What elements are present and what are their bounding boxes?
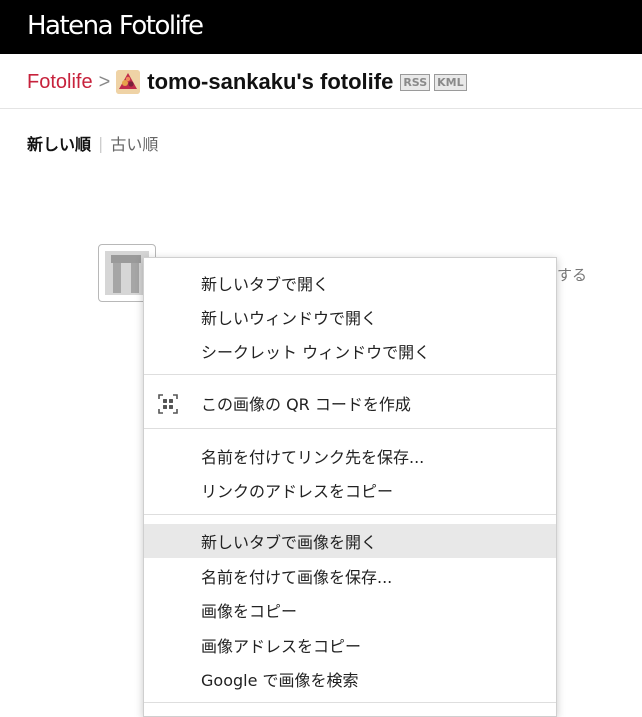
user-avatar-icon[interactable] <box>116 70 141 94</box>
menu-create-qr-code[interactable]: この画像の QR コードを作成 <box>144 386 556 420</box>
sort-options: 新しい順 | 古い順 <box>27 131 158 155</box>
menu-item-label: 名前を付けて画像を保存... <box>201 568 393 587</box>
context-menu: 新しいタブで開く 新しいウィンドウで開く シークレット ウィンドウで開く この画… <box>143 257 557 717</box>
menu-item-label: 新しいウィンドウで開く <box>201 309 378 328</box>
hatena-fotolife-logo[interactable]: Hatena Fotolife <box>27 9 204 43</box>
menu-search-image-google[interactable]: Google で画像を検索 <box>144 662 556 696</box>
sort-oldest[interactable]: 古い順 <box>110 131 158 155</box>
menu-separator <box>144 702 556 703</box>
header-divider <box>0 108 642 109</box>
menu-item-label: 名前を付けてリンク先を保存... <box>201 448 425 467</box>
menu-item-label: 新しいタブで開く <box>201 275 330 294</box>
breadcrumb: Fotolife > tomo-sankaku's fotolife RSS K… <box>27 64 471 100</box>
menu-open-incognito[interactable]: シークレット ウィンドウで開く <box>144 334 556 368</box>
menu-item-label: 画像をコピー <box>201 602 298 621</box>
menu-separator <box>144 514 556 515</box>
obscured-text: する <box>557 266 588 284</box>
menu-item-label: リンクのアドレスをコピー <box>201 482 394 501</box>
sort-separator: | <box>98 133 104 153</box>
menu-copy-link-address[interactable]: リンクのアドレスをコピー <box>144 473 556 507</box>
page-title[interactable]: tomo-sankaku's fotolife <box>147 69 393 95</box>
sort-newest[interactable]: 新しい順 <box>27 131 91 155</box>
menu-item-label: シークレット ウィンドウで開く <box>201 343 431 362</box>
qr-code-icon <box>158 394 178 414</box>
fotolife-home-link[interactable]: Fotolife <box>27 71 93 94</box>
menu-item-label: この画像の QR コードを作成 <box>201 395 411 414</box>
breadcrumb-separator: > <box>98 70 111 93</box>
rss-badge[interactable]: RSS <box>400 73 431 91</box>
menu-copy-image[interactable]: 画像をコピー <box>144 593 556 627</box>
site-header: Hatena Fotolife <box>0 0 642 54</box>
menu-open-new-tab[interactable]: 新しいタブで開く <box>144 266 556 300</box>
menu-item-label: 新しいタブで画像を開く <box>201 533 378 552</box>
menu-separator <box>144 428 556 429</box>
menu-open-new-window[interactable]: 新しいウィンドウで開く <box>144 300 556 334</box>
kml-badge[interactable]: KML <box>434 73 467 91</box>
menu-save-link-as[interactable]: 名前を付けてリンク先を保存... <box>144 439 556 473</box>
menu-item-label: Google で画像を検索 <box>201 671 359 690</box>
menu-copy-image-address[interactable]: 画像アドレスをコピー <box>144 628 556 662</box>
menu-item-label: 画像アドレスをコピー <box>201 637 362 656</box>
menu-save-image-as[interactable]: 名前を付けて画像を保存... <box>144 559 556 593</box>
menu-separator <box>144 374 556 375</box>
menu-open-image-new-tab[interactable]: 新しいタブで画像を開く <box>144 524 556 558</box>
